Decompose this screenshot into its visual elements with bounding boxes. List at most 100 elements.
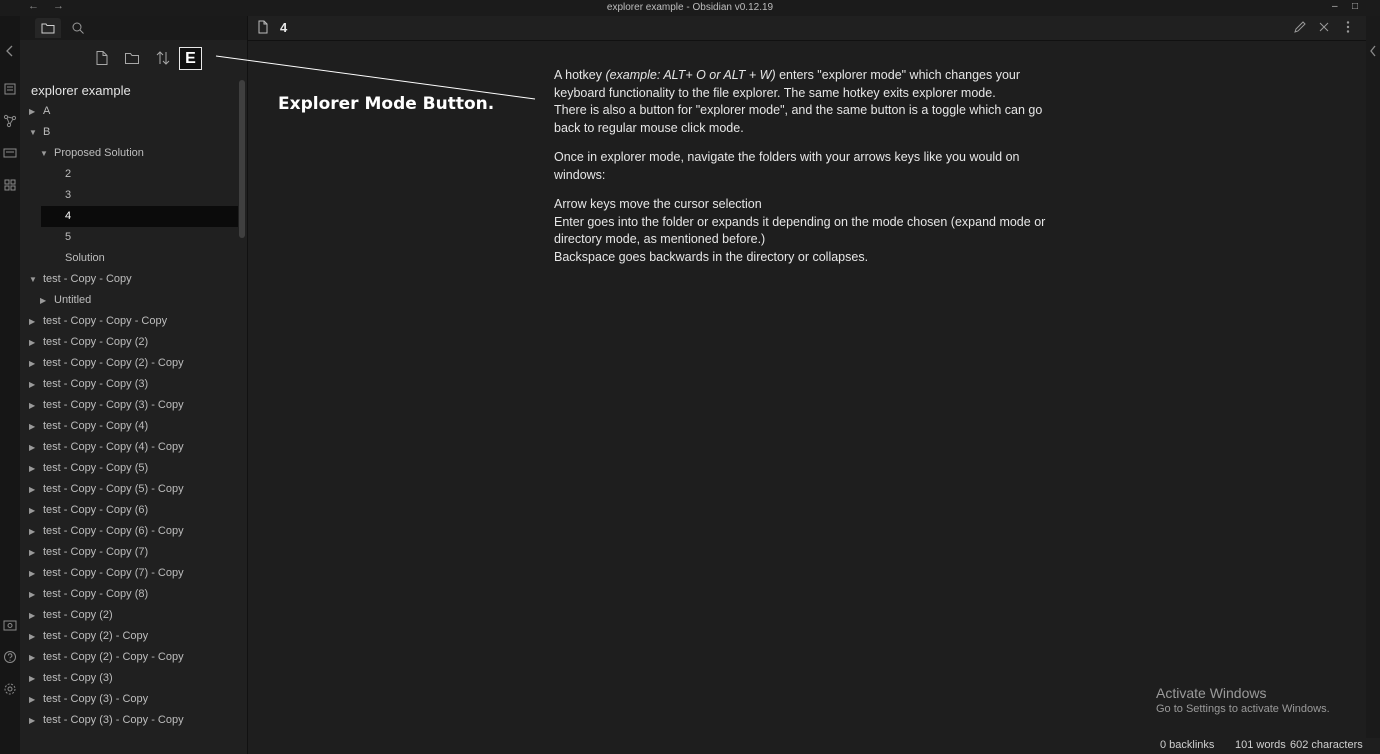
chevron-right-icon[interactable]: ▶ <box>29 710 35 731</box>
chevron-right-icon[interactable]: ▶ <box>29 458 35 479</box>
chevron-right-icon[interactable]: ▶ <box>29 416 35 437</box>
chevron-right-icon[interactable]: ▶ <box>29 311 35 332</box>
tree-item[interactable]: ▶ test - Copy - Copy (3) - Copy <box>20 395 238 416</box>
tree-item[interactable]: ▶ test - Copy - Copy (6) <box>20 500 238 521</box>
tree-item-label: Proposed Solution <box>54 147 144 159</box>
new-note-icon <box>96 51 108 65</box>
tree-item[interactable]: ▶ test - Copy (2) - Copy - Copy <box>20 647 238 668</box>
more-options-icon[interactable] <box>1341 20 1355 34</box>
chevron-right-icon[interactable]: ▶ <box>29 101 35 122</box>
tree-item-label: test - Copy - Copy (7) - Copy <box>43 567 184 579</box>
sort-button[interactable] <box>151 46 175 70</box>
tree-item[interactable]: ▶ test - Copy - Copy (8) <box>20 584 238 605</box>
tree-item-label: test - Copy (3) - Copy - Copy <box>43 714 184 726</box>
chevron-right-icon[interactable]: ▶ <box>29 332 35 353</box>
tab-search[interactable] <box>65 18 91 38</box>
tree-item-label: test - Copy (3) <box>43 672 113 684</box>
status-bar: 0 backlinks 101 words 602 characters <box>248 738 1380 754</box>
chevron-right-icon[interactable]: ▶ <box>29 563 35 584</box>
explorer-scrollbar-thumb[interactable] <box>239 80 245 238</box>
tree-item[interactable]: ▶ test - Copy (3) - Copy <box>20 689 238 710</box>
tree-item[interactable]: ▶ test - Copy - Copy (5) - Copy <box>20 479 238 500</box>
chevron-right-icon[interactable]: ▶ <box>29 689 35 710</box>
tree-item[interactable]: ▶ A <box>20 101 238 122</box>
tree-item[interactable]: ▶ test - Copy - Copy (7) - Copy <box>20 563 238 584</box>
chevron-right-icon[interactable]: ▶ <box>29 626 35 647</box>
tree-item[interactable]: ▶ test - Copy - Copy (4) <box>20 416 238 437</box>
note-content[interactable]: A hotkey (example: ALT+ O or ALT + W) en… <box>554 67 1054 278</box>
tree-item[interactable]: ▶ test - Copy (2) <box>20 605 238 626</box>
chevron-right-icon[interactable]: ▶ <box>29 584 35 605</box>
tree-item[interactable]: Solution <box>20 248 238 269</box>
chevron-right-icon[interactable]: ▶ <box>29 353 35 374</box>
plugin-icon[interactable] <box>3 178 17 192</box>
tab-file-explorer[interactable] <box>35 18 61 38</box>
chevron-down-icon[interactable]: ▼ <box>29 269 37 290</box>
tree-item-label: B <box>43 126 51 138</box>
tree-item[interactable]: ▶ test - Copy - Copy (6) - Copy <box>20 521 238 542</box>
minimize-button[interactable]: – <box>1332 1 1338 12</box>
tree-item[interactable]: ▶ test - Copy (2) - Copy <box>20 626 238 647</box>
open-vault-icon[interactable] <box>3 618 17 632</box>
tree-item[interactable]: ▶ test - Copy - Copy (2) <box>20 332 238 353</box>
new-folder-icon <box>125 53 139 64</box>
note-editor[interactable]: Explorer Mode Button. A hotkey (example:… <box>248 41 1366 738</box>
sort-icon <box>156 51 170 65</box>
chevron-right-icon[interactable]: ▶ <box>29 479 35 500</box>
tree-item[interactable]: ▼ test - Copy - Copy <box>20 269 238 290</box>
tree-item[interactable]: 5 <box>20 227 238 248</box>
quick-switcher-icon[interactable] <box>3 82 17 96</box>
close-icon[interactable] <box>1317 20 1331 34</box>
tree-item-label: test - Copy - Copy (6) - Copy <box>43 525 184 537</box>
tree-item[interactable]: ▶ test - Copy - Copy (2) - Copy <box>20 353 238 374</box>
tree-item-label: test - Copy (3) - Copy <box>43 693 149 705</box>
collapse-left-icon[interactable] <box>3 44 17 58</box>
tree-item[interactable]: 4 <box>41 206 238 227</box>
activate-windows-watermark: Activate Windows Go to Settings to activ… <box>1156 685 1330 715</box>
backlinks-count[interactable]: 0 backlinks <box>1160 739 1214 751</box>
tree-item-label: A <box>43 105 51 117</box>
chevron-down-icon[interactable]: ▼ <box>29 122 37 143</box>
edit-pencil-icon[interactable] <box>1293 20 1307 34</box>
chevron-right-icon[interactable]: ▶ <box>40 290 46 311</box>
graph-view-icon[interactable] <box>3 114 17 128</box>
tree-item[interactable]: ▶ test - Copy - Copy - Copy <box>20 311 238 332</box>
tree-item[interactable]: ▼ Proposed Solution <box>20 143 238 164</box>
collapse-right-icon[interactable] <box>1368 44 1378 61</box>
chevron-right-icon[interactable]: ▶ <box>29 605 35 626</box>
tree-item[interactable]: ▶ Untitled <box>20 290 238 311</box>
maximize-button[interactable]: □ <box>1352 1 1358 12</box>
chevron-right-icon[interactable]: ▶ <box>29 500 35 521</box>
tree-item-label: test - Copy - Copy (2) - Copy <box>43 357 184 369</box>
tree-item[interactable]: ▼ B <box>20 122 238 143</box>
tree-item[interactable]: ▶ test - Copy - Copy (5) <box>20 458 238 479</box>
tree-item[interactable]: 2 <box>20 164 238 185</box>
tree-item-label: test - Copy - Copy <box>43 273 132 285</box>
chevron-right-icon[interactable]: ▶ <box>29 542 35 563</box>
new-folder-button[interactable] <box>120 46 144 70</box>
settings-gear-icon[interactable] <box>3 682 17 696</box>
note-title[interactable]: 4 <box>280 20 287 35</box>
annotation-label: Explorer Mode Button. <box>278 94 495 114</box>
tree-item[interactable]: ▶ test - Copy - Copy (4) - Copy <box>20 437 238 458</box>
vault-name[interactable]: explorer example <box>31 83 131 98</box>
tree-item[interactable]: ▶ test - Copy (3) - Copy - Copy <box>20 710 238 731</box>
chevron-right-icon[interactable]: ▶ <box>29 437 35 458</box>
tree-item-label: 4 <box>65 210 72 222</box>
chevron-right-icon[interactable]: ▶ <box>29 521 35 542</box>
slides-icon[interactable] <box>3 146 17 160</box>
explorer-mode-button[interactable]: E <box>179 47 202 70</box>
chevron-right-icon[interactable]: ▶ <box>29 374 35 395</box>
tree-item[interactable]: ▶ test - Copy - Copy (3) <box>20 374 238 395</box>
chevron-right-icon[interactable]: ▶ <box>29 395 35 416</box>
new-note-button[interactable] <box>90 46 114 70</box>
help-icon[interactable] <box>3 650 17 664</box>
tree-item[interactable]: 3 <box>20 185 238 206</box>
tree-item-label: test - Copy (2) - Copy - Copy <box>43 651 184 663</box>
tree-item-label: test - Copy - Copy (5) <box>43 462 149 474</box>
tree-item[interactable]: ▶ test - Copy - Copy (7) <box>20 542 238 563</box>
chevron-right-icon[interactable]: ▶ <box>29 647 35 668</box>
tree-item[interactable]: ▶ test - Copy (3) <box>20 668 238 689</box>
chevron-down-icon[interactable]: ▼ <box>40 143 48 164</box>
chevron-right-icon[interactable]: ▶ <box>29 668 35 689</box>
